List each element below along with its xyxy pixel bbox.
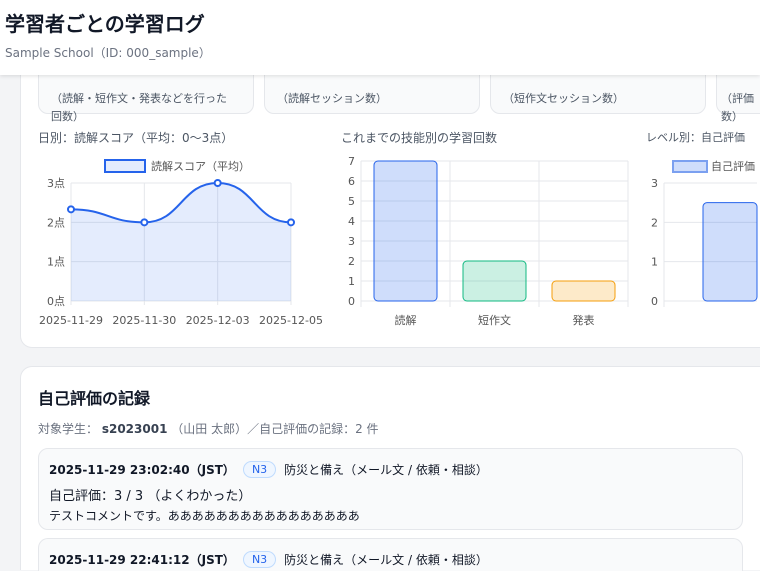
self-eval-card: 自己評価の記録 対象学生： s2023001 （山田 太郎）／自己評価の記録：2…: [20, 366, 760, 571]
page-header: 学習者ごとの学習ログ Sample School（ID: 000_sample）: [0, 0, 760, 75]
y-tick-label: 1: [651, 256, 658, 269]
meta-label: 対象学生：: [38, 422, 99, 436]
self-eval-entry: 2025-11-29 22:41:12（JST） N3 防災と備え（メール文 / 依…: [38, 538, 743, 571]
self-eval-entry: 2025-11-29 23:02:40（JST） N3 防災と備え（メール文 / 依…: [38, 448, 743, 530]
page-title: 学習者ごとの学習ログ: [5, 12, 205, 36]
entry-topic: 防災と備え（メール文 / 依頼・相談）: [284, 552, 488, 567]
section-title: 自己評価の記録: [38, 389, 151, 408]
level-badge: N3: [242, 550, 277, 568]
self-eval-meta: 対象学生： s2023001 （山田 太郎）／自己評価の記録：2 件: [38, 420, 379, 437]
entry-score: 自己評価：3 / 3 （よくわかった）: [49, 489, 252, 504]
entry-time: 2025-11-29 22:41:12（JST）: [49, 552, 235, 567]
entry-time: 2025-11-29 23:02:40（JST）: [49, 462, 235, 477]
y-tick-label: 2: [651, 216, 658, 229]
meta-summary: （山田 太郎）／自己評価の記録：2 件: [171, 422, 379, 436]
entry-topic: 防災と備え（メール文 / 依頼・相談）: [284, 462, 488, 477]
y-tick-label: 3: [651, 177, 658, 190]
y-tick-label: 0: [651, 295, 658, 308]
entry-comment: テストコメントです。ああああああああああああああああ: [49, 509, 360, 523]
legend-swatch: [672, 160, 708, 173]
bar: [702, 202, 758, 302]
legend-label: 自己評価: [711, 159, 755, 173]
level-badge: N3: [242, 460, 277, 478]
student-id: s2023001: [101, 422, 168, 436]
school-subtitle: Sample School（ID: 000_sample）: [5, 46, 211, 60]
